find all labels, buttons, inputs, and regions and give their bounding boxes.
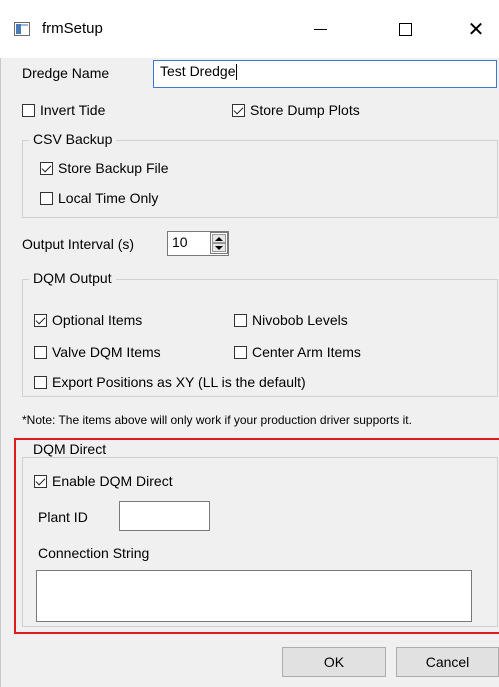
window-title: frmSetup (42, 20, 103, 37)
dredge-name-label: Dredge Name (22, 65, 110, 81)
invert-tide-checkbox[interactable]: Invert Tide (22, 102, 105, 118)
output-interval-value: 10 (172, 234, 188, 250)
close-button[interactable]: ✕ (456, 12, 496, 46)
store-dump-plots-label: Store Dump Plots (250, 102, 360, 118)
checkbox-box (34, 345, 47, 359)
valve-dqm-items-label: Valve DQM Items (52, 344, 161, 360)
plant-id-input[interactable] (119, 501, 210, 531)
store-backup-file-label: Store Backup File (58, 160, 169, 176)
connection-string-label: Connection String (38, 545, 150, 561)
valve-dqm-items-checkbox[interactable]: Valve DQM Items (34, 344, 161, 360)
spin-up-button[interactable] (212, 234, 226, 243)
cancel-button[interactable]: Cancel (396, 647, 499, 677)
enable-dqm-direct-checkbox[interactable]: Enable DQM Direct (34, 473, 173, 489)
driver-support-note: *Note: The items above will only work if… (22, 413, 412, 427)
checkbox-box (40, 191, 53, 205)
spin-down-button[interactable] (212, 243, 226, 252)
checkbox-box (40, 161, 53, 175)
checkmark-icon (35, 475, 46, 485)
optional-items-label: Optional Items (52, 312, 143, 328)
csv-backup-title: CSV Backup (29, 131, 117, 147)
dredge-name-input[interactable]: Test Dredge (153, 60, 497, 88)
nivobob-levels-checkbox[interactable]: Nivobob Levels (234, 312, 348, 328)
checkbox-box (34, 474, 47, 488)
ok-button[interactable]: OK (282, 647, 386, 677)
minimize-button[interactable] (300, 12, 340, 46)
spin-up-icon (215, 236, 223, 241)
local-time-only-checkbox[interactable]: Local Time Only (40, 190, 158, 206)
checkbox-box (232, 103, 245, 117)
center-arm-items-label: Center Arm Items (252, 344, 361, 360)
center-arm-items-checkbox[interactable]: Center Arm Items (234, 344, 361, 360)
enable-dqm-direct-label: Enable DQM Direct (52, 473, 173, 489)
spin-down-icon (215, 245, 223, 250)
ok-button-label: OK (323, 654, 345, 670)
dqm-direct-title: DQM Direct (29, 441, 111, 457)
csv-backup-group (22, 140, 498, 218)
minimize-icon (313, 28, 327, 30)
invert-tide-label: Invert Tide (40, 102, 106, 118)
local-time-only-label: Local Time Only (58, 190, 159, 206)
dqm-output-title: DQM Output (29, 270, 116, 286)
nivobob-levels-label: Nivobob Levels (252, 312, 348, 328)
maximize-button[interactable] (385, 12, 425, 46)
optional-items-checkbox[interactable]: Optional Items (34, 312, 142, 328)
store-backup-file-checkbox[interactable]: Store Backup File (40, 160, 169, 176)
store-dump-plots-checkbox[interactable]: Store Dump Plots (232, 102, 360, 118)
app-icon (14, 22, 30, 36)
connection-string-input[interactable] (36, 570, 472, 622)
checkbox-box (34, 375, 47, 389)
plant-id-label: Plant ID (38, 509, 88, 525)
output-interval-label: Output Interval (s) (22, 236, 135, 252)
checkmark-icon (41, 162, 52, 172)
checkbox-box (234, 345, 247, 359)
export-positions-xy-label: Export Positions as XY (LL is the defaul… (52, 374, 306, 390)
checkbox-box (22, 103, 35, 117)
checkbox-box (234, 313, 247, 327)
checkmark-icon (35, 314, 46, 324)
title-bar[interactable]: frmSetup ✕ (0, 0, 499, 58)
export-positions-xy-checkbox[interactable]: Export Positions as XY (LL is the defaul… (34, 374, 306, 390)
maximize-icon (398, 22, 412, 36)
output-interval-spinner[interactable] (210, 232, 228, 254)
close-icon: ✕ (467, 18, 485, 41)
checkbox-box (34, 313, 47, 327)
checkmark-icon (233, 104, 244, 114)
dredge-name-value: Test Dredge (160, 63, 236, 79)
cancel-button-label: Cancel (425, 654, 470, 670)
